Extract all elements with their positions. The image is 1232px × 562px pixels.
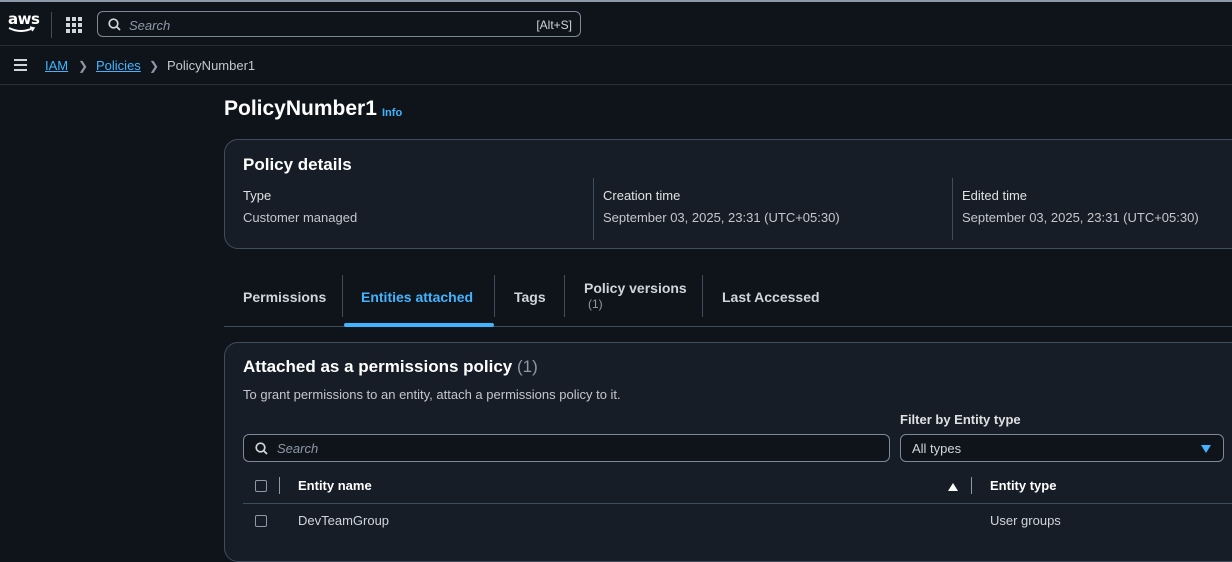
policy-tabs: Permissions Entities attached Tags Polic… — [224, 275, 1232, 327]
tab-count: (1) — [588, 297, 603, 311]
tab-tags[interactable]: Tags — [495, 275, 564, 326]
entity-type-cell: User groups — [990, 513, 1061, 528]
tab-label: Permissions — [243, 289, 327, 305]
active-tab-indicator — [344, 323, 494, 327]
column-separator — [279, 477, 280, 494]
table-header: Entity name Entity type — [243, 471, 1232, 504]
tab-policy-versions[interactable]: Policy versions (1) — [565, 275, 702, 326]
breadcrumb-policies[interactable]: Policies — [96, 58, 141, 73]
select-all-checkbox[interactable] — [255, 480, 267, 492]
info-link[interactable]: Info — [382, 107, 402, 119]
top-navigation-bar: aws Search [Alt+S] — [0, 0, 1232, 46]
column-divider — [593, 178, 594, 240]
caret-down-icon — [1201, 445, 1211, 453]
menu-icon[interactable] — [14, 59, 27, 71]
column-header-entity-type[interactable]: Entity type — [990, 478, 1056, 493]
column-divider — [952, 178, 953, 240]
attached-count: (1) — [517, 357, 538, 376]
global-search-input[interactable]: Search [Alt+S] — [97, 11, 581, 37]
page-title: PolicyNumber1 — [224, 97, 377, 120]
table-row: DevTeamGroup User groups — [243, 504, 1232, 538]
services-grid-icon[interactable] — [66, 17, 82, 33]
column-header-entity-name[interactable]: Entity name — [298, 478, 372, 493]
tab-label: Last Accessed — [722, 289, 820, 305]
nav-divider — [51, 12, 52, 38]
entity-type-select[interactable]: All types — [900, 434, 1224, 462]
aws-logo[interactable]: aws — [8, 10, 40, 36]
chevron-right-icon: ❯ — [149, 59, 160, 73]
chevron-right-icon: ❯ — [78, 59, 89, 73]
edited-time-label: Edited time — [962, 188, 1028, 203]
tab-label: Policy versions — [584, 280, 687, 296]
aws-logo-text: aws — [8, 10, 40, 28]
type-value: Customer managed — [243, 210, 358, 225]
tab-last-accessed[interactable]: Last Accessed — [703, 275, 843, 326]
aws-smile-icon — [8, 26, 36, 32]
column-separator — [971, 477, 972, 494]
tab-label: Tags — [514, 289, 546, 305]
entity-type-value: All types — [912, 441, 962, 456]
policy-details-title: Policy details — [243, 155, 352, 174]
search-shortcut: [Alt+S] — [536, 18, 572, 32]
attached-title-text: Attached as a permissions policy — [243, 357, 513, 376]
breadcrumb-current: PolicyNumber1 — [167, 58, 256, 73]
tab-label: Entities attached — [361, 289, 474, 305]
tab-entities-attached[interactable]: Entities attached — [342, 275, 494, 327]
search-placeholder: Search — [129, 18, 171, 33]
entity-name-cell[interactable]: DevTeamGroup — [298, 513, 389, 528]
search-placeholder: Search — [277, 441, 319, 456]
policy-details-card: Policy details Type Customer managed Cre… — [224, 139, 1232, 249]
sort-ascending-icon[interactable] — [948, 483, 958, 491]
search-icon — [108, 18, 121, 31]
type-label: Type — [243, 188, 272, 203]
row-checkbox[interactable] — [255, 515, 267, 527]
attached-title: Attached as a permissions policy (1) — [243, 357, 538, 377]
search-icon — [255, 442, 268, 455]
attached-entities-card: Attached as a permissions policy (1) To … — [224, 342, 1232, 562]
creation-time-label: Creation time — [603, 188, 681, 203]
entity-search-input[interactable]: Search — [243, 434, 890, 462]
edited-time-value: September 03, 2025, 23:31 (UTC+05:30) — [962, 210, 1199, 225]
filter-label: Filter by Entity type — [900, 412, 1021, 427]
tab-permissions[interactable]: Permissions — [224, 275, 342, 326]
creation-time-value: September 03, 2025, 23:31 (UTC+05:30) — [603, 210, 840, 225]
breadcrumb-bar: IAM ❯ Policies ❯ PolicyNumber1 — [0, 46, 1232, 85]
attached-description: To grant permissions to an entity, attac… — [243, 387, 621, 402]
breadcrumb-iam[interactable]: IAM — [45, 58, 68, 73]
